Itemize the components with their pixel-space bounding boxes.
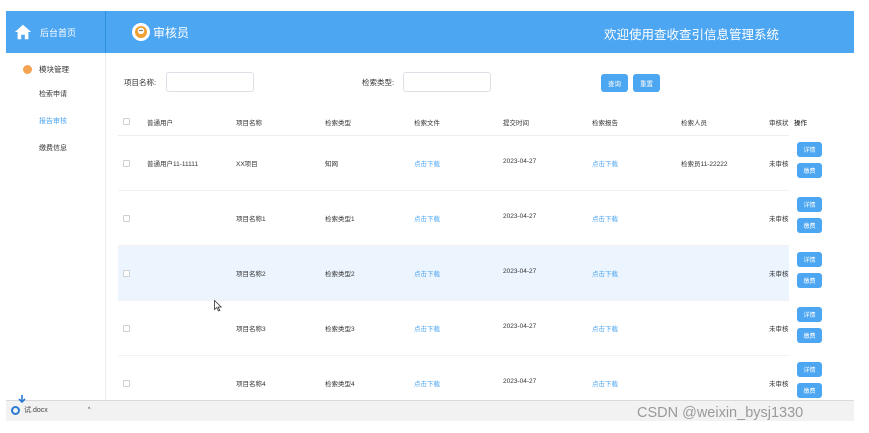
data-table: 普通用户 项目名称 检索类型 检索文件 提交时间 检索报告 检索人员 审核状 普… — [118, 107, 840, 411]
download-file-name: 试.docx — [24, 407, 48, 414]
cell-status: 未审核 — [769, 216, 789, 223]
cell-time: 2023-04-27 — [503, 268, 537, 275]
table-row: 普通用户11-11111 XX项目 知网 点击下载 2023-04-27 点击下… — [118, 136, 840, 191]
col-actions: 操作 — [789, 107, 840, 136]
table-header: 普通用户 项目名称 检索类型 检索文件 提交时间 检索报告 检索人员 审核状 — [118, 107, 840, 136]
report-download-link[interactable]: 点击下载 — [592, 268, 618, 278]
sidebar-group-label: 模块管理 — [39, 65, 69, 74]
sidebar: 模块管理 检索申请 报告审核 缴费信息 — [6, 53, 106, 400]
col-report: 检索报告 — [592, 120, 618, 127]
col-actions-label: 操作 — [794, 120, 807, 127]
col-status: 审核状 — [769, 120, 789, 127]
detail-button[interactable]: 详情 — [797, 307, 822, 322]
cell-type: 检索类型2 — [325, 271, 355, 278]
cell-type: 检索类型4 — [325, 381, 355, 388]
mouse-cursor-icon — [214, 300, 222, 312]
sidebar-item-report-review[interactable]: 报告审核 — [6, 116, 105, 126]
pay-button[interactable]: 缴费 — [797, 163, 822, 178]
avatar — [132, 23, 150, 41]
cell-time: 2023-04-27 — [503, 158, 537, 165]
role-display: 审核员 — [132, 23, 189, 41]
report-download-link[interactable]: 点击下载 — [592, 323, 618, 333]
col-user: 普通用户 — [147, 120, 173, 127]
cell-project: XX项目 — [236, 161, 258, 168]
file-download-link[interactable]: 点击下载 — [414, 323, 440, 333]
top-header: 后台首页 审核员 欢迎使用查收查引信息管理系统 — [6, 11, 854, 53]
pay-button[interactable]: 缴费 — [797, 273, 822, 288]
detail-button[interactable]: 详情 — [797, 362, 822, 377]
role-label: 审核员 — [153, 25, 190, 40]
search-type-input[interactable] — [403, 72, 491, 92]
select-all-checkbox[interactable] — [123, 118, 130, 125]
row-checkbox[interactable] — [123, 215, 130, 222]
detail-button[interactable]: 详情 — [797, 197, 822, 212]
cell-user: 普通用户11-11111 — [147, 161, 199, 168]
row-checkbox[interactable] — [123, 270, 130, 277]
row-checkbox[interactable] — [123, 380, 130, 387]
home-link[interactable]: 后台首页 — [6, 11, 106, 53]
row-checkbox[interactable] — [123, 160, 130, 167]
table-row-hovered: 项目名称2 检索类型2 点击下载 2023-04-27 点击下载 未审核 详情 … — [118, 246, 840, 301]
project-name-input[interactable] — [166, 72, 254, 92]
watermark: CSDN @weixin_bysj1330 — [637, 405, 804, 421]
query-button[interactable]: 查询 — [601, 74, 628, 92]
col-time: 提交时间 — [503, 120, 529, 127]
col-file: 检索文件 — [414, 120, 440, 127]
user-icon — [135, 26, 147, 38]
file-icon — [11, 405, 20, 415]
chevron-up-icon[interactable]: ^ — [88, 407, 91, 413]
cell-staff: 检索员11-22222 — [681, 161, 728, 168]
app-page: 后台首页 审核员 欢迎使用查收查引信息管理系统 模块管理 检索申请 报告审核 缴… — [0, 0, 869, 433]
gear-icon — [23, 65, 32, 74]
row-checkbox[interactable] — [123, 325, 130, 332]
welcome-title: 欢迎使用查收查引信息管理系统 — [604, 28, 780, 42]
row-actions: 详情 缴费 — [789, 246, 840, 301]
search-form: 项目名称: 检索类型: 查询 重置 — [124, 72, 844, 94]
sidebar-item-search-request[interactable]: 检索申请 — [6, 89, 105, 99]
row-actions: 详情 缴费 — [789, 136, 840, 191]
row-actions: 详情 缴费 — [789, 191, 840, 246]
file-download-link[interactable]: 点击下载 — [414, 158, 440, 168]
cell-project: 项目名称1 — [236, 216, 266, 223]
table-row: 项目名称1 检索类型1 点击下载 2023-04-27 点击下载 未审核 详情 … — [118, 191, 840, 246]
download-arrow-icon — [18, 395, 26, 404]
pay-button[interactable]: 缴费 — [797, 328, 822, 343]
home-icon — [14, 24, 32, 40]
report-download-link[interactable]: 点击下载 — [592, 213, 618, 223]
pay-button[interactable]: 缴费 — [797, 218, 822, 233]
file-download-link[interactable]: 点击下载 — [414, 378, 440, 388]
reset-button[interactable]: 重置 — [633, 74, 660, 92]
file-download-link[interactable]: 点击下载 — [414, 268, 440, 278]
col-staff: 检索人员 — [681, 120, 707, 127]
col-project: 项目名称 — [236, 120, 262, 127]
sidebar-item-payment-info[interactable]: 缴费信息 — [6, 143, 105, 153]
detail-button[interactable]: 详情 — [797, 252, 822, 267]
col-type: 检索类型 — [325, 120, 351, 127]
cell-time: 2023-04-27 — [503, 323, 537, 330]
cell-status: 未审核 — [769, 161, 789, 168]
cell-status: 未审核 — [769, 381, 789, 388]
cell-type: 检索类型1 — [325, 216, 355, 223]
cell-status: 未审核 — [769, 326, 789, 333]
download-item[interactable]: 试.docx ^ — [11, 405, 91, 415]
row-actions: 详情 缴费 — [789, 301, 840, 356]
table-row: 项目名称3 检索类型3 点击下载 2023-04-27 点击下载 未审核 详情 … — [118, 301, 840, 356]
cell-type: 知网 — [325, 161, 338, 168]
cell-project: 项目名称4 — [236, 381, 266, 388]
search-type-label: 检索类型: — [362, 78, 395, 87]
project-name-label: 项目名称: — [124, 78, 157, 87]
cell-project: 项目名称3 — [236, 326, 266, 333]
detail-button[interactable]: 详情 — [797, 142, 822, 157]
cell-type: 检索类型3 — [325, 326, 355, 333]
file-download-link[interactable]: 点击下载 — [414, 213, 440, 223]
cell-project: 项目名称2 — [236, 271, 266, 278]
pay-button[interactable]: 缴费 — [797, 383, 822, 398]
cell-time: 2023-04-27 — [503, 213, 537, 220]
cell-status: 未审核 — [769, 271, 789, 278]
cell-time: 2023-04-27 — [503, 378, 537, 385]
sidebar-group-modules[interactable]: 模块管理 — [6, 53, 105, 75]
report-download-link[interactable]: 点击下载 — [592, 158, 618, 168]
report-download-link[interactable]: 点击下载 — [592, 378, 618, 388]
brand-label: 后台首页 — [40, 27, 77, 38]
